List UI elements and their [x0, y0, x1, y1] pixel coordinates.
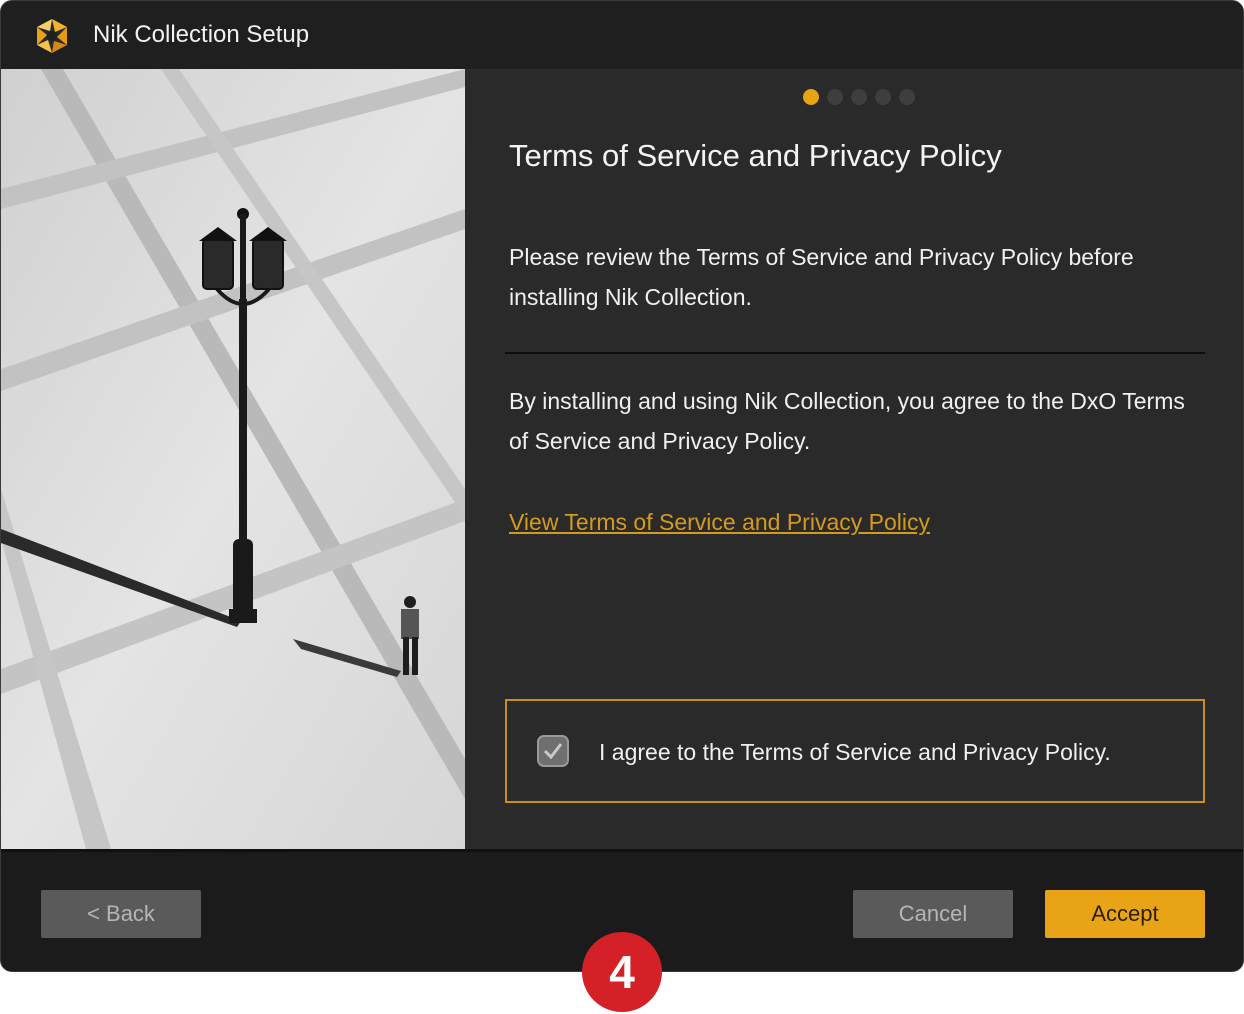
checkmark-icon	[543, 743, 563, 760]
content-panel: Terms of Service and Privacy Policy Plea…	[465, 69, 1243, 849]
page-title: Terms of Service and Privacy Policy	[509, 138, 1002, 173]
agree-checkbox[interactable]	[537, 735, 569, 767]
hero-photo	[1, 69, 465, 849]
cancel-button[interactable]: Cancel	[853, 890, 1013, 938]
step-dot	[827, 89, 843, 105]
back-button[interactable]: < Back	[41, 890, 201, 938]
agreement-text: By installing and using Nik Collection, …	[509, 388, 1185, 454]
step-dot	[851, 89, 867, 105]
window-title: Nik Collection Setup	[93, 21, 310, 48]
step-number-badge: 4	[582, 932, 662, 1012]
nik-logo-icon	[37, 19, 67, 53]
agree-checkbox-label[interactable]: I agree to the Terms of Service and Priv…	[599, 733, 1111, 771]
step-dot	[899, 89, 915, 105]
view-terms-link[interactable]: View Terms of Service and Privacy Policy	[509, 503, 930, 541]
intro-text: Please review the Terms of Service and P…	[509, 244, 1134, 310]
step-indicator	[803, 89, 915, 105]
step-dot	[875, 89, 891, 105]
divider	[505, 352, 1205, 354]
accept-button[interactable]: Accept	[1045, 890, 1205, 938]
setup-window: Nik Collection Setup Terms of Service an…	[0, 0, 1244, 972]
title-bar: Nik Collection Setup	[1, 1, 1243, 69]
agree-checkbox-row[interactable]: I agree to the Terms of Service and Priv…	[505, 699, 1205, 803]
step-dot-active	[803, 89, 819, 105]
